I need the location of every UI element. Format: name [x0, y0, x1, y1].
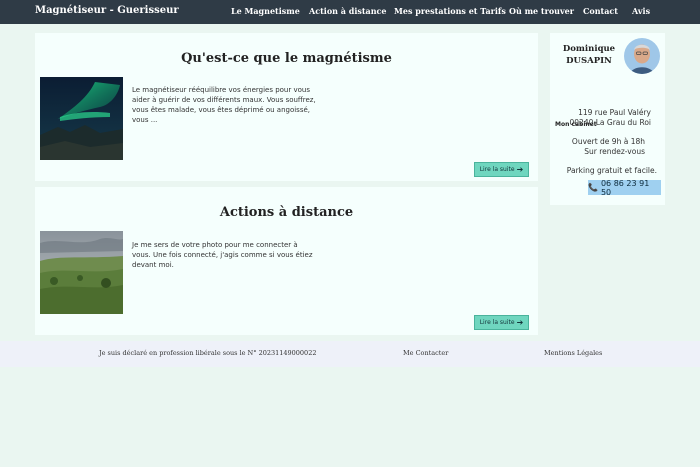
practitioner-last-name: DUSAPIN [566, 56, 612, 66]
nav-prestations-tarifs[interactable]: Mes prestations et Tarifs [394, 6, 506, 16]
aurora-image [40, 77, 123, 160]
footer-contact-link[interactable]: Me Contacter [403, 349, 448, 357]
nav-action-a-distance[interactable]: Action à distance [309, 6, 387, 16]
read-more-label: Lire la suite [479, 166, 515, 173]
arrow-right-icon: ➔ [516, 164, 524, 174]
read-more-button[interactable]: Lire la suite ➔ [474, 315, 529, 330]
address-line-1: 119 rue Paul Valéry [578, 108, 651, 117]
nav-avis[interactable]: Avis [632, 6, 650, 16]
article-card-actions-distance: Actions à distance Je me sers de votre p… [35, 187, 538, 335]
footer-mentions-link[interactable]: Mentions Légales [544, 349, 602, 357]
article-title: Actions à distance [219, 205, 354, 220]
phone-button[interactable]: 📞 06 86 23 91 50 [588, 178, 661, 197]
practitioner-first-name: Dominique [562, 44, 616, 54]
nav-ou-me-trouver[interactable]: Où me trouver [509, 6, 574, 16]
arrow-right-icon: ➔ [516, 317, 524, 327]
read-more-button[interactable]: Lire la suite ➔ [474, 162, 529, 177]
article-title: Qu'est-ce que le magnétisme [181, 51, 392, 66]
avatar [624, 38, 660, 74]
phone-icon: 📞 [588, 183, 598, 192]
article-excerpt: Le magnétiseur rééquilibre vos énergies … [132, 86, 316, 124]
footer-legal-text: Je suis déclaré en profession libérale s… [99, 349, 317, 357]
read-more-label: Lire la suite [479, 319, 515, 326]
phone-number: 06 86 23 91 50 [600, 178, 650, 197]
parking-note: Parking gratuit et facile. [566, 166, 657, 175]
appointment-note: Sur rendez-vous [584, 147, 645, 156]
article-excerpt: Je me sers de votre photo pour me connec… [132, 241, 313, 269]
top-navbar: Magnétiseur - Guerisseur Le Magnetisme A… [0, 0, 700, 24]
opening-hours: Ouvert de 9h à 18h [571, 137, 645, 146]
practitioner-name: Dominique DUSAPIN [558, 43, 620, 67]
footer: Je suis déclaré en profession libérale s… [0, 341, 700, 367]
landscape-image [40, 231, 123, 314]
nav-le-magnetisme[interactable]: Le Magnetisme [231, 6, 300, 16]
nav-contact[interactable]: Contact [583, 6, 618, 16]
site-brand[interactable]: Magnétiseur - Guerisseur [35, 5, 179, 16]
address-line-2: 00240 La Grau du Roi [569, 118, 651, 127]
article-card-magnetisme: Qu'est-ce que le magnétisme Le magnétise… [35, 33, 538, 181]
